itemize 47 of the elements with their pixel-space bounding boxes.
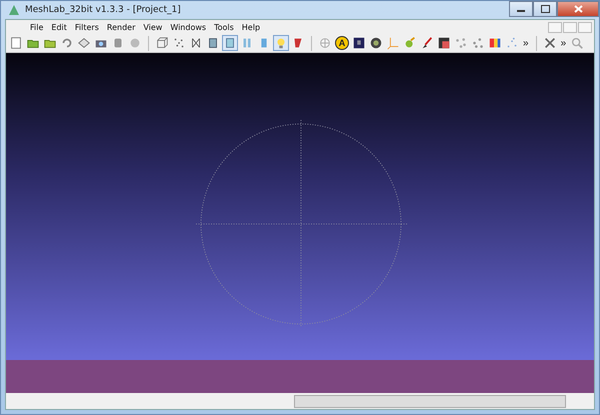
mesh-icon: [206, 36, 220, 50]
flat-shading-icon: [223, 36, 237, 50]
minimize-button[interactable]: [509, 1, 533, 17]
3d-viewport[interactable]: [6, 53, 594, 360]
document-icon: [9, 36, 23, 50]
close-icon: [574, 5, 582, 13]
axes-icon: [386, 36, 400, 50]
points-button[interactable]: [470, 35, 486, 51]
dark-square-button[interactable]: [351, 35, 367, 51]
menu-item[interactable]: File: [30, 22, 44, 32]
points-icon: [454, 36, 468, 50]
globe-icon: [318, 36, 332, 50]
app-logo-icon: [7, 3, 21, 17]
maximize-button[interactable]: [533, 1, 557, 17]
menu-item[interactable]: View: [143, 22, 162, 32]
diamond-icon: [77, 36, 91, 50]
reload-icon: [60, 36, 74, 50]
sphere-icon: [128, 36, 142, 50]
wireframe-icon: [189, 36, 203, 50]
menu-item[interactable]: Filters: [74, 22, 99, 32]
sphere-button[interactable]: [368, 35, 384, 51]
annotation-tool-button[interactable]: A: [334, 35, 350, 51]
menu-item[interactable]: Help: [242, 22, 260, 32]
window-title: MeshLab_32bit v1.3.3 - [Project_1]: [25, 5, 182, 15]
dark-square-icon: [352, 36, 366, 50]
flat-shading-button[interactable]: [222, 35, 238, 51]
overflow-button[interactable]: »: [558, 38, 568, 48]
maximize-icon: [540, 5, 550, 13]
search-icon: [570, 36, 584, 50]
search-button[interactable]: [569, 35, 586, 51]
menu-item[interactable]: Edit: [51, 22, 67, 32]
document-button[interactable]: [8, 35, 24, 51]
lightbulb-button[interactable]: [273, 35, 289, 51]
menu-item[interactable]: Render: [106, 22, 136, 32]
overflow-button[interactable]: »: [521, 38, 531, 48]
close-button[interactable]: [557, 1, 599, 17]
points-icon: [172, 36, 186, 50]
cube-icon: [155, 36, 169, 50]
cube-button[interactable]: [154, 35, 170, 51]
sphere-icon: [369, 36, 383, 50]
brush-icon: [420, 36, 434, 50]
points-icon: [505, 36, 519, 50]
points-icon: [471, 36, 485, 50]
menu-item[interactable]: Windows: [170, 22, 206, 32]
globe-button[interactable]: [317, 35, 333, 51]
menu-item[interactable]: Tools: [214, 22, 234, 32]
palette-icon: [488, 36, 502, 50]
